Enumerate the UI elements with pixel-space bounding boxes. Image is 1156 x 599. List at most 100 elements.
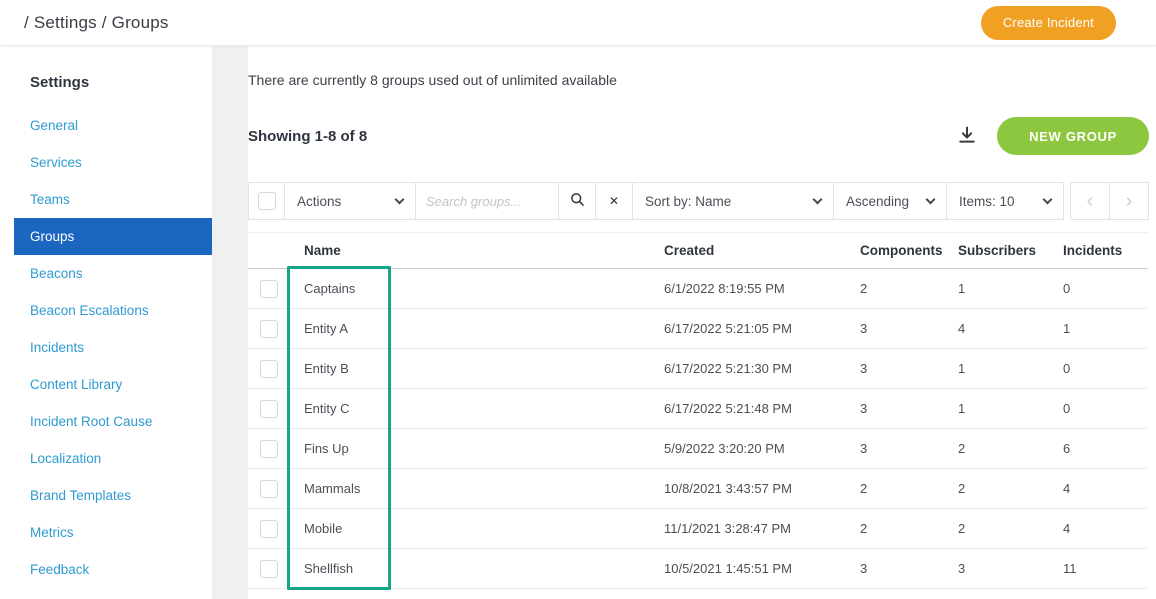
- column-header-created: Created: [656, 232, 852, 269]
- sidebar-item-feedback[interactable]: Feedback: [14, 551, 212, 588]
- top-header: / Settings / Groups Create Incident: [0, 0, 1156, 46]
- cell-incidents: 11: [1055, 548, 1148, 589]
- next-page-button[interactable]: ›: [1109, 182, 1149, 220]
- row-checkbox-cell: [248, 468, 296, 509]
- sidebar-item-groups[interactable]: Groups: [14, 218, 212, 255]
- chevron-down-icon: [394, 194, 405, 204]
- clear-search-button[interactable]: ✕: [595, 182, 633, 220]
- cell-components: 3: [852, 548, 950, 589]
- search-button[interactable]: [558, 182, 596, 220]
- chevron-down-icon: [925, 194, 936, 204]
- body-row: Settings General Services Teams Groups Beaco…: [0, 46, 1156, 599]
- cell-subscribers: 1: [950, 388, 1055, 429]
- sidebar-title: Settings: [30, 74, 90, 91]
- cell-components: 3: [852, 428, 950, 469]
- cell-incidents: 0: [1055, 388, 1148, 429]
- cell-subscribers: 1: [950, 348, 1055, 389]
- sidebar-item-services[interactable]: Services: [14, 144, 212, 181]
- row-checkbox[interactable]: [260, 559, 278, 578]
- groups-usage-summary: There are currently 8 groups used out of…: [248, 72, 617, 88]
- row-checkbox[interactable]: [260, 479, 278, 498]
- sidebar-item-beacon-escalations[interactable]: Beacon Escalations: [14, 292, 212, 329]
- cell-components: 2: [852, 468, 950, 509]
- cell-created: 10/5/2021 1:45:51 PM: [656, 548, 852, 589]
- cell-name: Mobile: [296, 508, 656, 549]
- cell-subscribers: 2: [950, 508, 1055, 549]
- sidebar-nav: General Services Teams Groups Beacons Beacon …: [0, 107, 212, 588]
- table-row: Mobile 11/1/2021 3:28:47 PM 2 2 4: [248, 508, 1148, 549]
- create-incident-button[interactable]: Create Incident: [980, 5, 1116, 40]
- row-checkbox[interactable]: [260, 399, 278, 418]
- prev-page-button[interactable]: ‹: [1070, 182, 1110, 220]
- sort-order-dropdown[interactable]: Ascending: [833, 182, 947, 220]
- cell-subscribers: 1: [950, 268, 1055, 309]
- groups-table: Name Created Components Subscribers Incident…: [248, 232, 1149, 590]
- cell-name: Entity A: [296, 308, 656, 349]
- column-header-components: Components: [852, 232, 950, 269]
- cell-subscribers: 2: [950, 428, 1055, 469]
- cell-name: Entity C: [296, 388, 656, 429]
- showing-count: Showing 1-8 of 8: [248, 127, 368, 145]
- sidebar-item-localization[interactable]: Localization: [14, 440, 212, 477]
- download-button[interactable]: [951, 121, 983, 152]
- table-header-row: Name Created Components Subscribers Incident…: [248, 232, 1148, 269]
- row-checkbox-cell: [248, 348, 296, 389]
- table-row: Shellfish 10/5/2021 1:45:51 PM 3 3 11: [248, 548, 1148, 589]
- download-icon: [957, 125, 977, 148]
- sort-by-dropdown[interactable]: Sort by: Name: [632, 182, 834, 220]
- sidebar-item-incidents[interactable]: Incidents: [14, 329, 212, 366]
- cell-created: 6/17/2022 5:21:05 PM: [656, 308, 852, 349]
- cell-components: 3: [852, 348, 950, 389]
- cell-name: Mammals: [296, 468, 656, 509]
- cell-name: Entity B: [296, 348, 656, 389]
- row-checkbox[interactable]: [260, 439, 278, 458]
- cell-name: Shellfish: [296, 548, 656, 589]
- page: / Settings / Groups Create Incident Sett…: [0, 0, 1156, 599]
- items-per-page-label: Items: 10: [959, 193, 1015, 209]
- cell-components: 2: [852, 508, 950, 549]
- sidebar-item-metrics[interactable]: Metrics: [14, 514, 212, 551]
- row-checkbox[interactable]: [260, 359, 278, 378]
- cell-created: 11/1/2021 3:28:47 PM: [656, 508, 852, 549]
- sidebar-item-incident-root-cause[interactable]: Incident Root Cause: [14, 403, 212, 440]
- column-header-name: Name: [296, 232, 656, 269]
- sidebar-item-general[interactable]: General: [14, 107, 212, 144]
- row-checkbox-cell: [248, 388, 296, 429]
- sidebar-item-teams[interactable]: Teams: [14, 181, 212, 218]
- sidebar-item-brand-templates[interactable]: Brand Templates: [14, 477, 212, 514]
- actions-dropdown-label: Actions: [297, 193, 342, 209]
- toolbar: Actions ✕ Sort by: Name: [248, 182, 1149, 220]
- sidebar-item-beacons[interactable]: Beacons: [14, 255, 212, 292]
- row-checkbox[interactable]: [260, 519, 278, 538]
- cell-incidents: 1: [1055, 308, 1148, 349]
- header-actions: NEW GROUP: [951, 117, 1149, 155]
- breadcrumb: / Settings / Groups: [24, 12, 169, 32]
- actions-dropdown[interactable]: Actions: [284, 182, 416, 220]
- row-checkbox-cell: [248, 508, 296, 549]
- sidebar-item-content-library[interactable]: Content Library: [14, 366, 212, 403]
- search-icon: [570, 192, 585, 210]
- row-checkbox[interactable]: [260, 279, 278, 298]
- sort-by-label: Sort by: Name: [645, 193, 732, 209]
- cell-incidents: 6: [1055, 428, 1148, 469]
- items-per-page-dropdown[interactable]: Items: 10: [946, 182, 1064, 220]
- cell-created: 5/9/2022 3:20:20 PM: [656, 428, 852, 469]
- row-checkbox-cell: [248, 268, 296, 309]
- new-group-button[interactable]: NEW GROUP: [997, 117, 1149, 155]
- table-row: Entity C 6/17/2022 5:21:48 PM 3 1 0: [248, 388, 1148, 429]
- search-input[interactable]: [426, 193, 548, 209]
- showing-row: Showing 1-8 of 8 NEW GROUP: [248, 116, 1149, 156]
- row-checkbox[interactable]: [260, 319, 278, 338]
- chevron-left-icon: ‹: [1086, 189, 1094, 212]
- select-all-checkbox[interactable]: [257, 192, 276, 210]
- chevron-down-icon: [812, 194, 823, 204]
- cell-components: 2: [852, 268, 950, 309]
- column-header-select: [248, 232, 296, 269]
- row-checkbox-cell: [248, 428, 296, 469]
- table-row: Fins Up 5/9/2022 3:20:20 PM 3 2 6: [248, 428, 1148, 469]
- cell-name: Captains: [296, 268, 656, 309]
- row-checkbox-cell: [248, 308, 296, 349]
- cell-subscribers: 2: [950, 468, 1055, 509]
- groups-table-body: Captains 6/1/2022 8:19:55 PM 2 1 0 Entity A 6/…: [248, 268, 1148, 589]
- select-all-cell: [248, 182, 285, 220]
